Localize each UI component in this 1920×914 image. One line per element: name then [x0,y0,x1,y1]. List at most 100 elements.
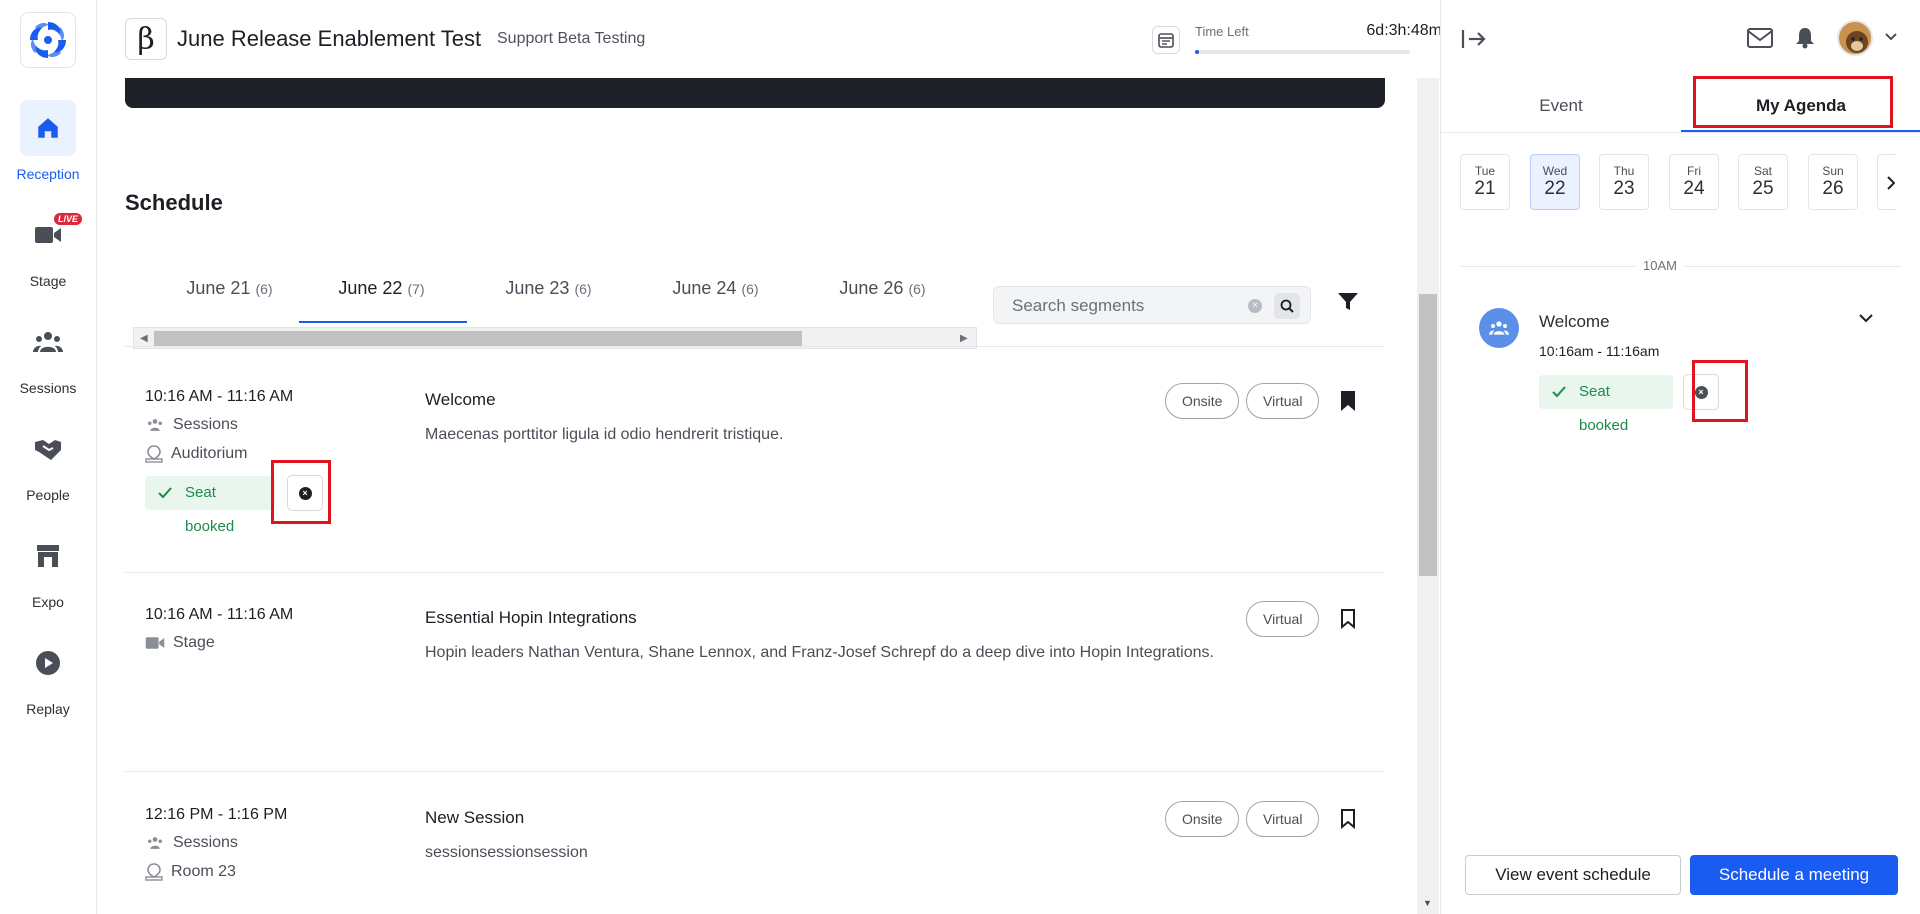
date-tab-label: June 23 [505,278,570,298]
day-selector[interactable]: Tue 21 [1460,154,1510,210]
day-selector[interactable]: Sun 26 [1808,154,1858,210]
date-tab-label: June 22 [338,278,403,298]
session-type: Sessions [145,416,238,434]
agenda-item-time: 10:16am - 11:16am [1539,343,1660,359]
tab-event[interactable]: Event [1441,96,1681,116]
filter-icon [1338,293,1358,310]
date-tab-count: (6) [741,281,759,297]
day-selector[interactable]: Thu 23 [1599,154,1649,210]
date-tab-label: June 21 [186,278,251,298]
nav-item-people[interactable]: People [0,421,96,503]
collapse-panel-icon[interactable] [1461,28,1487,50]
nav-item-stage[interactable]: LIVE Stage [0,207,96,289]
avatar[interactable] [1837,20,1873,56]
date-tab-active[interactable]: June 22 (7) [299,278,464,299]
date-tab[interactable]: June 24 (6) [633,278,798,299]
session-title[interactable]: Welcome [425,390,496,410]
session-time: 10:16 AM - 11:16 AM [145,388,294,405]
session-title[interactable]: New Session [425,808,524,828]
date-tab[interactable]: June 26 (6) [800,278,965,299]
scroll-down-arrow-icon[interactable]: ▼ [1423,898,1432,908]
session-location: Auditorium [145,445,247,463]
home-icon [20,100,76,156]
tag-onsite: Onsite [1165,801,1240,837]
agenda-item-title[interactable]: Welcome [1539,312,1610,332]
nav-item-reception[interactable]: Reception [0,100,96,182]
search-button[interactable] [1274,293,1300,319]
seat-booked-badge: Seat booked [1539,375,1673,434]
date-tab-count: (6) [574,281,592,297]
hour-label: 10AM [1635,258,1685,273]
day-selector[interactable]: Sat 25 [1738,154,1788,210]
highlight-box [271,460,331,524]
view-event-schedule-button[interactable]: View event schedule [1465,855,1681,895]
session-time: 10:16 AM - 11:16 AM [145,606,294,623]
chevron-down-icon[interactable] [1859,314,1873,323]
seat-booked-label: Seat booked [185,484,235,535]
main-vertical-scrollbar[interactable]: ▼ [1417,78,1439,914]
time-left-label: Time Left [1195,24,1249,39]
day-selector[interactable]: Fri 24 [1669,154,1719,210]
session-type: Sessions [145,834,238,852]
scrollbar-thumb[interactable] [154,331,802,346]
session-card[interactable]: 10:16 AM - 11:16 AM Stage Essential Hopi… [125,586,1385,772]
avatar-image [1846,31,1868,53]
active-tab-indicator [1681,130,1920,132]
video-camera-icon: LIVE [20,207,82,263]
session-description: Hopin leaders Nathan Ventura, Shane Lenn… [425,644,1214,661]
search-segments-field[interactable]: Search segments × [993,286,1311,324]
filter-button[interactable] [1337,292,1359,317]
session-location: Room 23 [145,863,236,881]
day-selector-active[interactable]: Wed 22 [1530,154,1580,210]
search-input[interactable]: Search segments [1012,296,1144,316]
nav-item-expo[interactable]: Expo [0,528,96,610]
scroll-left-arrow-icon[interactable]: ◀ [140,333,148,344]
session-card[interactable]: 12:16 PM - 1:16 PM Sessions Room 23 New … [125,786,1385,914]
date-tab[interactable]: June 21 (6) [147,278,312,299]
calendar-icon[interactable] [1152,26,1180,54]
day-name: Wed [1542,164,1568,178]
bookmark-icon[interactable] [1340,608,1356,635]
date-tab-count: (6) [255,281,273,297]
schedule-meeting-button[interactable]: Schedule a meeting [1690,855,1898,895]
nav-item-replay[interactable]: Replay [0,635,96,717]
time-left-value: 6d:3h:48m [1366,22,1442,39]
notification-bell-icon[interactable] [1795,27,1815,49]
location-icon [145,445,163,463]
session-card[interactable]: 10:16 AM - 11:16 AM Sessions Auditorium … [125,368,1385,573]
main-content: Schedule June 21 (6) June 22 (7) June 23… [97,78,1440,914]
day-name: Sun [1822,164,1844,178]
session-description: Maecenas porttitor ligula id odio hendre… [425,426,784,443]
scrollbar-thumb[interactable] [1419,294,1437,576]
group-icon [148,837,162,849]
day-number: 26 [1822,178,1844,199]
app-logo[interactable] [20,12,76,68]
nav-item-sessions[interactable]: Sessions [0,314,96,396]
time-left-progress [1195,50,1410,54]
bookmark-icon[interactable] [1340,808,1356,835]
tag-virtual: Virtual [1246,383,1320,419]
bookmark-filled-icon[interactable] [1340,390,1356,417]
date-tab-label: June 24 [672,278,737,298]
date-tab[interactable]: June 23 (6) [466,278,631,299]
time-left-progress-fill [1195,50,1200,54]
day-name: Thu [1613,164,1635,178]
day-number: 25 [1752,178,1774,199]
session-type-label: Stage [173,634,215,651]
logo-icon [30,22,66,58]
chevron-down-icon[interactable] [1885,33,1897,41]
video-camera-icon [145,637,165,649]
day-name: Tue [1474,164,1496,178]
top-header: β June Release Enablement Test Support B… [97,0,1442,78]
clear-search-icon[interactable]: × [1248,299,1262,313]
scroll-right-arrow-icon[interactable]: ▶ [960,333,968,344]
next-days-button[interactable] [1877,154,1897,210]
tag-onsite: Onsite [1165,383,1240,419]
tab-divider [1441,132,1920,133]
mail-icon[interactable] [1747,28,1773,48]
divider [125,346,1385,347]
session-title[interactable]: Essential Hopin Integrations [425,608,637,628]
checkmark-icon [1552,386,1566,398]
nav-label: People [26,487,70,503]
left-navigation: Reception LIVE Stage Sessions People Exp… [0,0,97,914]
